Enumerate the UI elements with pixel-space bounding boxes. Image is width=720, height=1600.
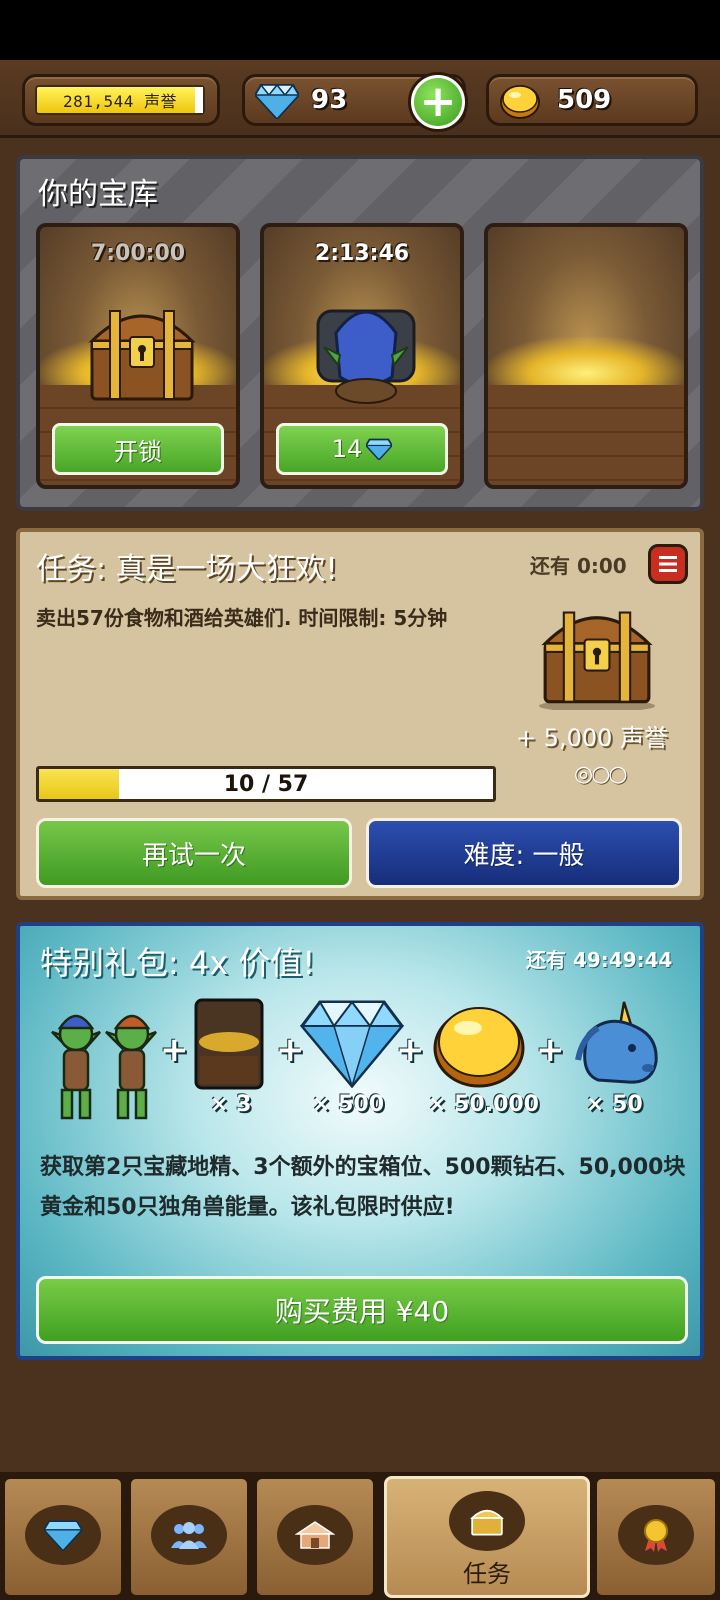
slot-timer: 2:13:46 [314,241,410,266]
speedup-gems-button[interactable]: 14 [276,423,448,475]
offer-description: 获取第2只宝藏地精、3个额外的宝箱位、500颗钻石、50,000块黄金和50只独… [40,1155,686,1220]
tab-gems[interactable] [2,1476,124,1598]
offer-title: 特别礼包: 4x 价值! [40,944,316,982]
unlock-button[interactable]: 开锁 [52,423,224,475]
gold-coin-icon [433,1007,525,1088]
plus-icon: + [414,78,462,126]
tab-label: 任务 [463,1560,511,1588]
treasure-chest-icon [88,310,196,401]
mission-description: 卖出57份食物和酒给英雄们. 时间限制: 5分钟 [36,606,448,630]
unicorn-qty: × 50 [586,1092,643,1117]
plus-icon: + [536,1030,565,1070]
status-bar [0,0,720,60]
vault-slot-3-empty [484,223,688,489]
goblin-chest-icon [316,309,416,404]
tab-shop[interactable] [254,1476,376,1598]
gem-count: 93 [311,85,348,115]
special-offer-panel: 特别礼包: 4x 价值! 还有 49:49:44 + × 3 + × 500 +… [16,922,704,1360]
mission-title: 任务: 真是一场大狂欢! [36,552,338,587]
shelf [488,385,684,485]
bottom-nav: 任务 [0,1472,720,1600]
goblin-pair-icon [51,1014,157,1120]
plus-icon: + [396,1030,425,1070]
resource-bar: 281,544 声誉 93 509 [0,60,720,138]
speedup-cost: 14 [331,435,363,463]
vault-slot-2[interactable]: 2:13:46 14 [260,223,464,489]
retry-button[interactable]: 再试一次 [36,818,352,888]
treasure-chest-icon [538,611,656,710]
plus-icon: + [160,1030,189,1070]
vault-panel: 你的宝库 7:00:00 开锁 2:13:46 14 [16,155,704,511]
chest-icon [449,1491,525,1551]
diamond-icon [255,83,299,119]
mission-progress-bar: 10 / 57 [36,766,496,802]
diamond-qty: × 500 [312,1092,385,1117]
gold-counter[interactable]: 509 [486,74,698,126]
slot-card-qty: × 3 [210,1092,252,1117]
diamond-icon [366,438,393,460]
vault-title: 你的宝库 [38,177,158,212]
difficulty-button[interactable]: 难度: 一般 [366,818,682,888]
reputation-meter[interactable]: 281,544 声誉 [22,74,220,126]
buy-button[interactable]: 购买费用 ¥40 [36,1276,688,1344]
add-gems-button[interactable]: + [408,72,468,132]
gold-qty: × 50.000 [428,1092,539,1117]
menu-icon [659,556,677,572]
unicorn-icon [575,1001,658,1084]
reputation-value: 281,544 声誉 [62,92,178,111]
tab-achievements[interactable] [594,1476,718,1598]
diamond-icon [25,1505,101,1565]
mission-menu-button[interactable] [648,544,688,584]
mission-reward: + 5,000 声誉 [516,724,669,752]
progress-text: 10 / 57 [223,771,309,797]
tab-missions[interactable]: 任务 [384,1476,590,1598]
diamond-icon [300,1000,404,1088]
mission-time-left: 还有 0:00 [530,554,627,578]
vault-slot-card-icon [194,998,264,1090]
gold-coin-icon [500,85,540,119]
vault-slot-1[interactable]: 7:00:00 开锁 [36,223,240,489]
tab-heroes[interactable] [128,1476,250,1598]
people-icon [151,1505,227,1565]
offer-time-left: 还有 49:49:44 [526,948,673,972]
gold-count: 509 [557,85,612,115]
difficulty-indicator: ◎○○ [574,762,628,787]
medal-icon [618,1505,694,1565]
slot-timer: 7:00:00 [90,241,186,266]
shop-icon [277,1505,353,1565]
reputation-bar: 281,544 声誉 [35,85,205,115]
mission-panel: 任务: 真是一场大狂欢! 还有 0:00 卖出57份食物和酒给英雄们. 时间限制… [16,528,704,900]
